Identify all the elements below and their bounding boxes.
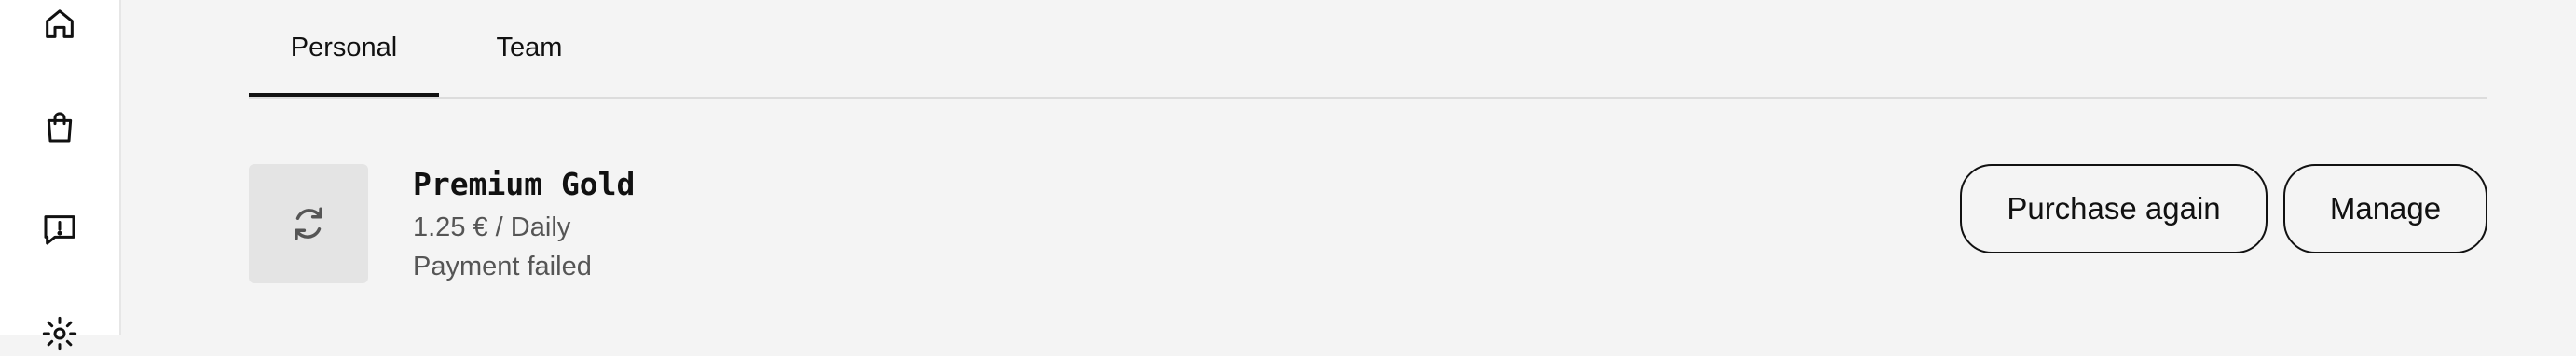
tab-team-label: Team: [496, 32, 563, 62]
manage-button[interactable]: Manage: [2283, 164, 2487, 253]
purchase-again-button[interactable]: Purchase again: [1960, 164, 2268, 253]
home-icon[interactable]: [37, 2, 82, 47]
sidebar: [0, 0, 121, 351]
tab-personal[interactable]: Personal: [249, 0, 439, 97]
shopping-bag-icon[interactable]: [37, 104, 82, 149]
plan-title: Premium Gold: [413, 166, 636, 202]
settings-icon[interactable]: [37, 311, 82, 356]
tab-bar: Personal Team: [249, 0, 2487, 99]
subscription-thumbnail: [249, 164, 368, 283]
main-content: Personal Team Premium Gold 1.25 € / Dail…: [119, 0, 2576, 335]
payment-status: Payment failed: [413, 252, 592, 281]
tab-team[interactable]: Team: [473, 0, 586, 95]
refresh-icon: [295, 207, 322, 240]
message-alert-icon[interactable]: [37, 207, 82, 252]
plan-price: 1.25 € / Daily: [413, 212, 571, 242]
tab-personal-label: Personal: [290, 32, 398, 62]
